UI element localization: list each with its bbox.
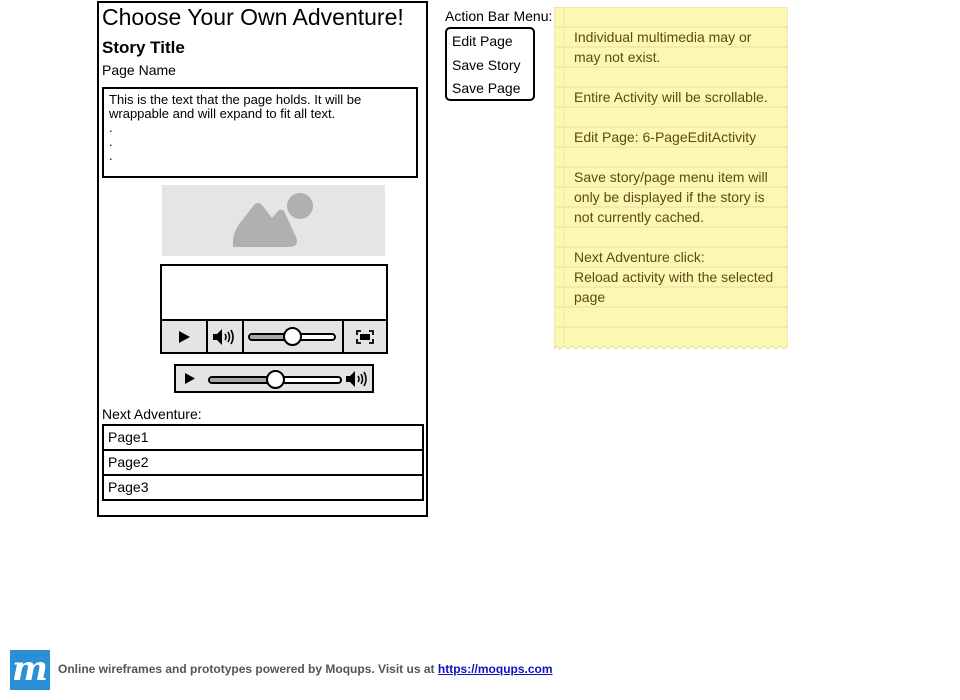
audio-seek-slider[interactable] xyxy=(208,370,342,389)
speaker-volume-icon xyxy=(213,328,234,345)
play-icon xyxy=(179,330,190,343)
slider-knob[interactable] xyxy=(265,370,285,389)
fullscreen-icon xyxy=(356,329,374,344)
image-placeholder xyxy=(162,185,385,256)
next-adventure-item[interactable]: Page2 xyxy=(102,449,424,476)
next-adventure-list: Page1 Page2 Page3 xyxy=(102,424,424,501)
sticky-note: Individual multimedia may or may not exi… xyxy=(554,7,788,350)
menu-item-save-story[interactable]: Save Story xyxy=(452,57,520,73)
play-icon xyxy=(185,373,195,384)
menu-item-edit-page[interactable]: Edit Page xyxy=(452,33,513,49)
video-player[interactable] xyxy=(160,264,388,354)
footer-text: Online wireframes and prototypes powered… xyxy=(58,662,553,676)
footer-message: Online wireframes and prototypes powered… xyxy=(58,662,435,676)
menu-item-save-page[interactable]: Save Page xyxy=(452,80,521,96)
fullscreen-button[interactable] xyxy=(344,321,386,352)
divider xyxy=(242,321,244,352)
next-adventure-item[interactable]: Page3 xyxy=(102,474,424,501)
audio-play-button[interactable] xyxy=(178,366,202,391)
next-adventure-item[interactable]: Page1 xyxy=(102,424,424,451)
action-bar-menu-label: Action Bar Menu: xyxy=(445,8,553,24)
action-bar-menu: Edit Page Save Story Save Page xyxy=(445,27,535,101)
video-volume-button[interactable] xyxy=(208,321,242,352)
logo-letter: m xyxy=(12,649,48,689)
moqups-link[interactable]: https://moqups.com xyxy=(438,662,553,676)
page-name: Page Name xyxy=(102,62,176,78)
sticky-note-text: Individual multimedia may or may not exi… xyxy=(574,29,774,305)
audio-player[interactable] xyxy=(174,364,374,393)
video-play-button[interactable] xyxy=(162,321,206,352)
next-adventure-label: Next Adventure: xyxy=(102,406,202,422)
page-text-box: This is the text that the page holds. It… xyxy=(102,87,418,178)
moqups-logo: m xyxy=(10,650,50,690)
speaker-volume-icon xyxy=(346,370,367,387)
app-title: Choose Your Own Adventure! xyxy=(102,4,404,30)
story-title: Story Title xyxy=(102,38,185,57)
audio-volume-button[interactable] xyxy=(344,366,372,391)
video-controls xyxy=(162,319,386,352)
video-seek-slider[interactable] xyxy=(248,327,336,346)
slider-knob[interactable] xyxy=(282,327,302,346)
image-placeholder-icon xyxy=(232,193,313,247)
